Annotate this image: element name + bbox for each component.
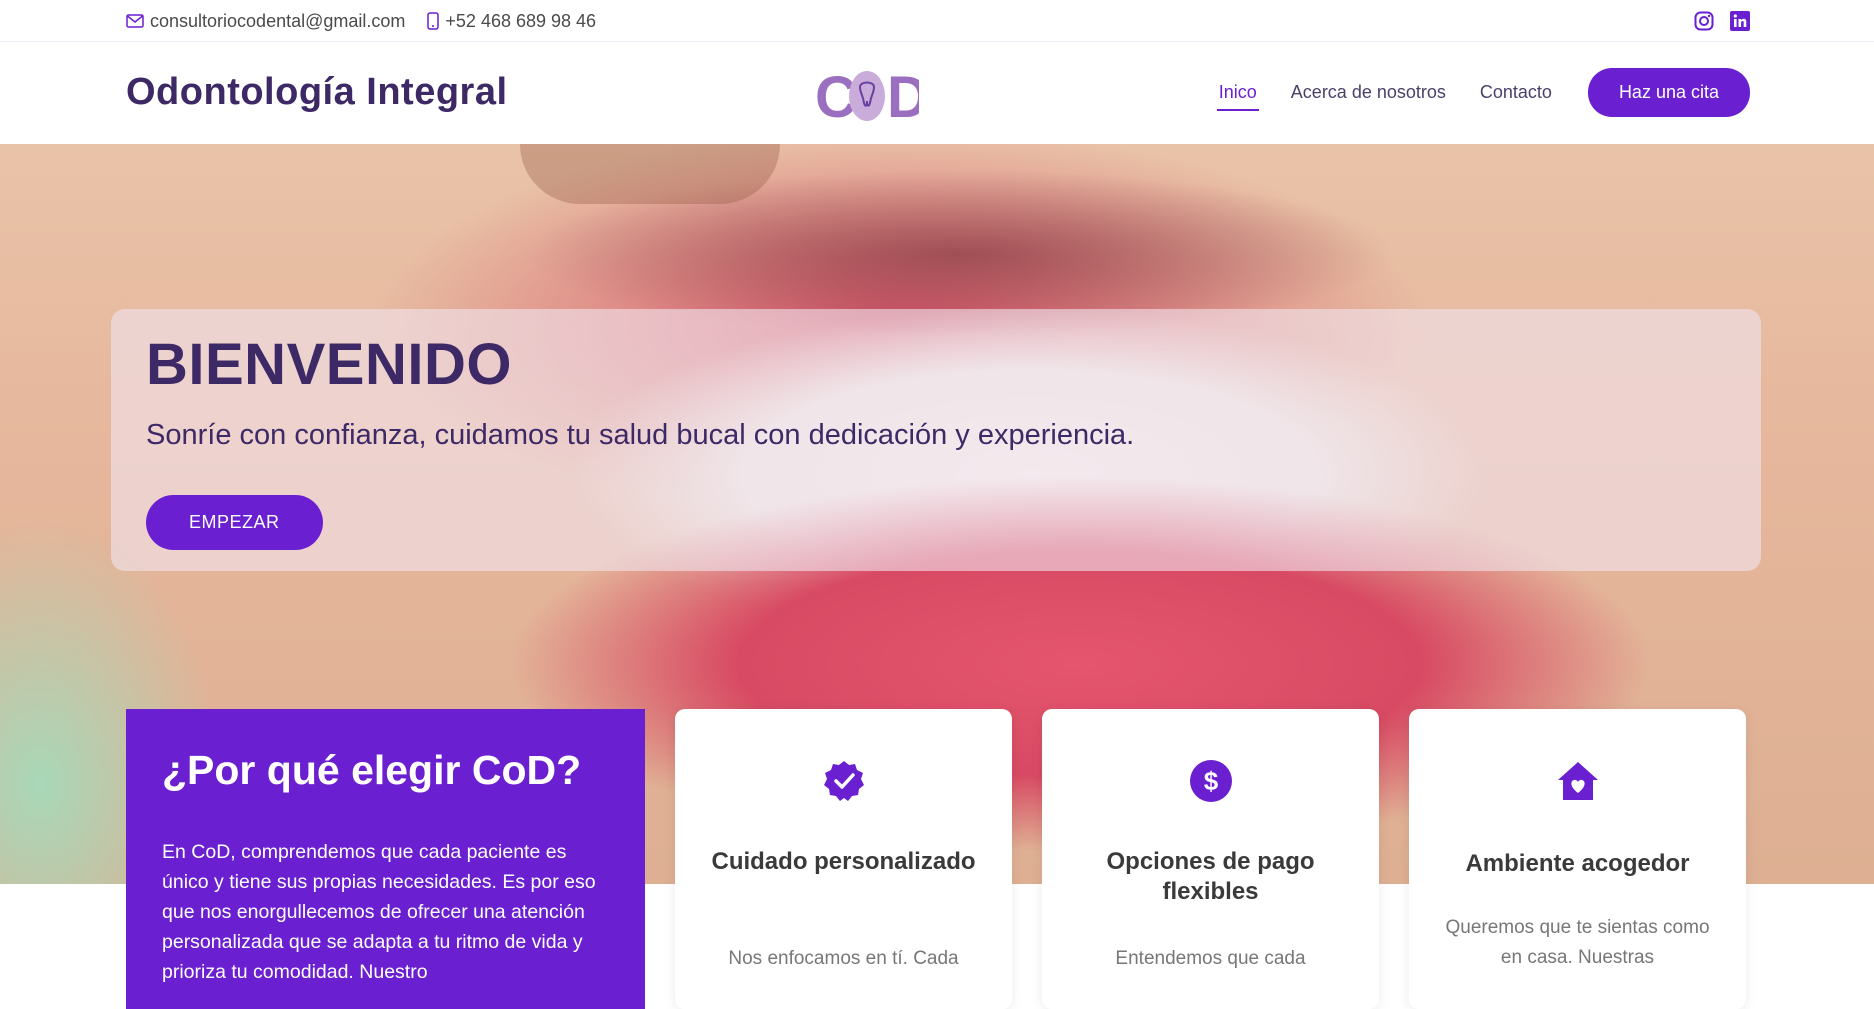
email-text: consultoriocodental@gmail.com	[150, 10, 406, 31]
hero-shadow	[520, 144, 780, 204]
nav-contacto[interactable]: Contacto	[1478, 74, 1554, 111]
why-title: ¿Por qué elegir CoD?	[162, 747, 582, 793]
welcome-panel: BIENVENIDO Sonríe con confianza, cuidamo…	[111, 309, 1761, 571]
hero-title: BIENVENIDO	[146, 332, 512, 397]
start-button[interactable]: EMPEZAR	[146, 495, 323, 550]
brand-title[interactable]: Odontología Integral	[126, 71, 508, 114]
instagram-icon[interactable]	[1694, 11, 1714, 31]
hero-subtitle: Sonríe con confianza, cuidamos tu salud …	[146, 419, 1135, 451]
svg-text:$: $	[1203, 766, 1218, 796]
feature-card-environment: Ambiente acogedor Queremos que te sienta…	[1409, 709, 1746, 1009]
verified-badge-icon	[675, 759, 1012, 803]
top-bar: consultoriocodental@gmail.com +52 468 68…	[0, 0, 1874, 42]
card-text: Nos enfocamos en tí. Cada	[728, 948, 959, 969]
home-heart-icon	[1409, 759, 1746, 803]
nav-inicio[interactable]: Inico	[1216, 74, 1259, 111]
email-contact[interactable]: consultoriocodental@gmail.com	[126, 11, 405, 32]
cod-logo[interactable]: C D	[815, 65, 929, 130]
card-title: Opciones de pago flexibles	[1106, 848, 1315, 905]
dollar-icon: $	[1042, 759, 1379, 803]
phone-contact[interactable]: +52 468 689 98 46	[427, 11, 596, 32]
book-appointment-button[interactable]: Haz una cita	[1587, 68, 1750, 117]
phone-icon	[427, 12, 440, 30]
linkedin-icon[interactable]	[1730, 11, 1750, 31]
card-text: Queremos que te sientas como en casa. Nu…	[1445, 917, 1710, 968]
feature-card-payment: $ Opciones de pago flexibles Entendemos …	[1042, 709, 1379, 1009]
svg-text:D: D	[887, 65, 919, 123]
main-header: Odontología Integral C D Inico Acerca de…	[0, 43, 1874, 144]
main-nav: Inico Acerca de nosotros Contacto Haz un…	[1216, 68, 1750, 117]
card-text: Entendemos que cada	[1115, 948, 1306, 969]
why-choose-panel: ¿Por qué elegir CoD? En CoD, comprendemo…	[126, 709, 645, 1009]
why-text: En CoD, comprendemos que cada paciente e…	[162, 841, 596, 983]
mail-icon	[126, 14, 144, 28]
nav-acerca[interactable]: Acerca de nosotros	[1289, 74, 1448, 111]
social-links	[1694, 0, 1750, 42]
contact-info: consultoriocodental@gmail.com +52 468 68…	[126, 0, 596, 42]
phone-text: +52 468 689 98 46	[445, 10, 597, 31]
card-title: Ambiente acogedor	[1465, 850, 1690, 877]
feature-card-personalized: Cuidado personalizado Nos enfocamos en t…	[675, 709, 1012, 1009]
card-title: Cuidado personalizado	[711, 848, 976, 875]
